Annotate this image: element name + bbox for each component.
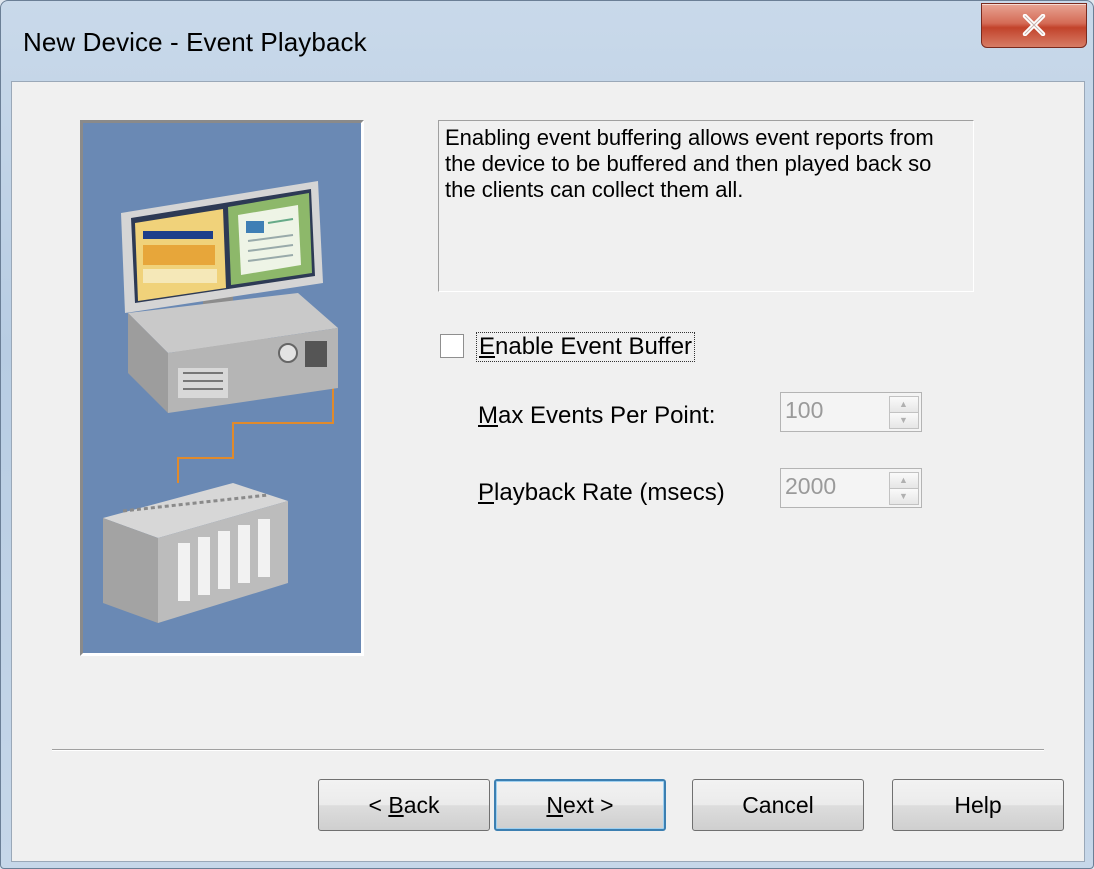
playback-rate-spin-buttons: ▲ ▼ xyxy=(889,472,919,505)
max-events-value[interactable]: 100 xyxy=(785,397,823,424)
playback-rate-up-button[interactable]: ▲ xyxy=(889,472,919,489)
playback-rate-label-text: layback Rate (msecs) xyxy=(494,479,725,506)
title-bar[interactable]: New Device - Event Playback xyxy=(1,1,1093,81)
max-events-mnemonic: M xyxy=(478,402,498,429)
max-events-spinner[interactable]: 100 ▲ ▼ xyxy=(780,392,922,432)
spin-down-arrow-icon: ▼ xyxy=(899,415,908,425)
dialog-content: Enabling event buffering allows event re… xyxy=(11,81,1085,862)
spin-up-arrow-icon: ▲ xyxy=(899,399,908,409)
playback-rate-down-button[interactable]: ▼ xyxy=(889,488,919,505)
spin-up-arrow-icon: ▲ xyxy=(899,475,908,485)
window-title: New Device - Event Playback xyxy=(23,27,367,57)
spin-down-arrow-icon: ▼ xyxy=(899,491,908,501)
description-box: Enabling event buffering allows event re… xyxy=(438,120,974,292)
back-button[interactable]: < Back xyxy=(318,779,490,831)
back-label: ack xyxy=(403,791,440,818)
enable-event-buffer-mnemonic: E xyxy=(479,333,496,360)
enable-event-buffer-checkbox[interactable] xyxy=(440,334,464,358)
max-events-label: Max Events Per Point: xyxy=(478,402,715,430)
help-button[interactable]: Help xyxy=(892,779,1064,831)
max-events-label-text: ax Events Per Point: xyxy=(498,402,716,429)
playback-rate-label: Playback Rate (msecs) xyxy=(478,479,725,507)
enable-event-buffer-label[interactable]: Enable Event Buffer xyxy=(476,332,696,362)
playback-rate-spinner[interactable]: 2000 ▲ ▼ xyxy=(780,468,922,508)
next-button[interactable]: Next > xyxy=(494,779,666,831)
description-text: Enabling event buffering allows event re… xyxy=(445,125,934,202)
next-label: ext > xyxy=(563,791,614,818)
next-mnemonic: N xyxy=(546,791,564,818)
button-separator xyxy=(52,749,1044,751)
close-button[interactable] xyxy=(981,3,1087,48)
enable-event-buffer-label-text: nable Event Buffer xyxy=(495,333,693,360)
back-mnemonic: B xyxy=(388,791,404,818)
cancel-button[interactable]: Cancel xyxy=(692,779,864,831)
dialog-window: New Device - Event Playback Enabling eve… xyxy=(0,0,1094,869)
computer-plc-illustration-icon xyxy=(80,120,364,656)
playback-rate-mnemonic: P xyxy=(478,479,495,506)
max-events-spin-buttons: ▲ ▼ xyxy=(889,396,919,429)
max-events-down-button[interactable]: ▼ xyxy=(889,412,919,429)
close-icon xyxy=(1022,14,1046,36)
back-prefix: < xyxy=(368,791,389,818)
max-events-up-button[interactable]: ▲ xyxy=(889,396,919,413)
playback-rate-value[interactable]: 2000 xyxy=(785,473,836,500)
